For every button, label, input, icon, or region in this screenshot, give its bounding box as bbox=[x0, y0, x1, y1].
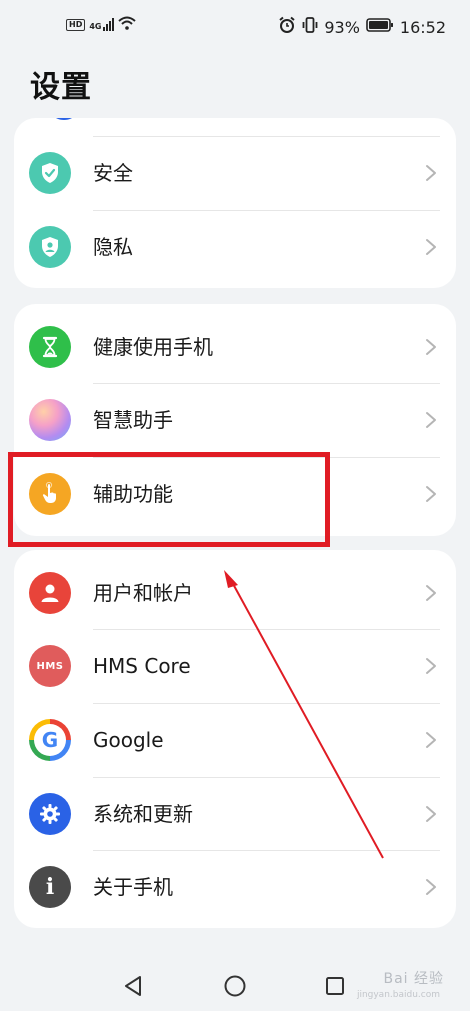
settings-item-smart-assistant[interactable]: 智慧助手 bbox=[14, 383, 456, 457]
4g-signal-icon: 4G bbox=[89, 18, 115, 31]
settings-item-google[interactable]: G Google bbox=[14, 703, 456, 777]
settings-item-label: 健康使用手机 bbox=[93, 335, 213, 359]
highlight-box bbox=[8, 452, 330, 547]
settings-item-security[interactable]: 安全 bbox=[14, 136, 456, 210]
settings-item-label: 智慧助手 bbox=[93, 408, 173, 432]
battery-percent: 93% bbox=[324, 17, 360, 37]
battery-icon bbox=[366, 17, 394, 37]
shield-check-icon bbox=[29, 152, 71, 194]
settings-item-label: 用户和帐户 bbox=[93, 581, 193, 605]
status-right: 93% 16:52 bbox=[278, 16, 446, 38]
alarm-icon bbox=[278, 16, 296, 38]
settings-item-digital-balance[interactable]: 健康使用手机 bbox=[14, 310, 456, 384]
chevron-right-icon bbox=[426, 412, 436, 428]
hms-icon-text: HMS bbox=[36, 660, 64, 672]
settings-item-label: 隐私 bbox=[93, 235, 133, 259]
settings-group-system: 用户和帐户 HMS HMS Core G Google 系统和更新 i 关于手机 bbox=[14, 550, 456, 928]
privacy-shield-icon bbox=[29, 226, 71, 268]
chevron-right-icon bbox=[426, 486, 436, 502]
recents-icon[interactable] bbox=[324, 974, 346, 998]
settings-item-label: Google bbox=[93, 728, 164, 752]
settings-item-hms-core[interactable]: HMS HMS Core bbox=[14, 629, 456, 703]
chevron-right-icon bbox=[426, 339, 436, 355]
info-icon-letter: i bbox=[45, 874, 55, 900]
gear-icon bbox=[29, 793, 71, 835]
info-icon: i bbox=[29, 866, 71, 908]
status-left: HD 4G bbox=[66, 16, 137, 33]
status-bar: HD 4G 93% 16:52 bbox=[0, 0, 470, 56]
clock: 16:52 bbox=[399, 17, 446, 37]
page-title: 设置 bbox=[30, 70, 92, 105]
scrolled-item-edge bbox=[54, 118, 74, 120]
settings-item-system-update[interactable]: 系统和更新 bbox=[14, 777, 456, 851]
settings-item-accounts[interactable]: 用户和帐户 bbox=[14, 556, 456, 630]
settings-item-label: HMS Core bbox=[93, 654, 191, 678]
watermark: Bai 经验 bbox=[383, 971, 444, 987]
network-type-label: 4G bbox=[89, 22, 102, 31]
chevron-right-icon bbox=[426, 239, 436, 255]
home-icon[interactable] bbox=[223, 974, 247, 998]
back-icon[interactable] bbox=[122, 974, 144, 998]
hourglass-icon bbox=[29, 326, 71, 368]
google-icon-inner: G bbox=[34, 724, 66, 756]
settings-item-label: 安全 bbox=[93, 161, 133, 185]
hd-icon: HD bbox=[66, 18, 86, 31]
wifi-icon bbox=[118, 16, 137, 33]
vibrate-icon bbox=[302, 16, 318, 38]
assistant-orb-icon bbox=[29, 399, 71, 441]
chevron-right-icon bbox=[426, 165, 436, 181]
settings-item-label: 系统和更新 bbox=[93, 802, 193, 826]
settings-item-privacy[interactable]: 隐私 bbox=[14, 210, 456, 284]
chevron-right-icon bbox=[426, 879, 436, 895]
settings-item-about-phone[interactable]: i 关于手机 bbox=[14, 850, 456, 924]
settings-item-label: 关于手机 bbox=[93, 875, 173, 899]
chevron-right-icon bbox=[426, 658, 436, 674]
google-icon: G bbox=[29, 719, 71, 761]
hms-icon: HMS bbox=[29, 645, 71, 687]
chevron-right-icon bbox=[426, 806, 436, 822]
chevron-right-icon bbox=[426, 585, 436, 601]
google-icon-letter: G bbox=[41, 728, 59, 752]
chevron-right-icon bbox=[426, 732, 436, 748]
watermark-sub: jingyan.baidu.com bbox=[356, 990, 440, 1000]
settings-group-security: 安全 隐私 bbox=[14, 118, 456, 288]
user-icon bbox=[29, 572, 71, 614]
